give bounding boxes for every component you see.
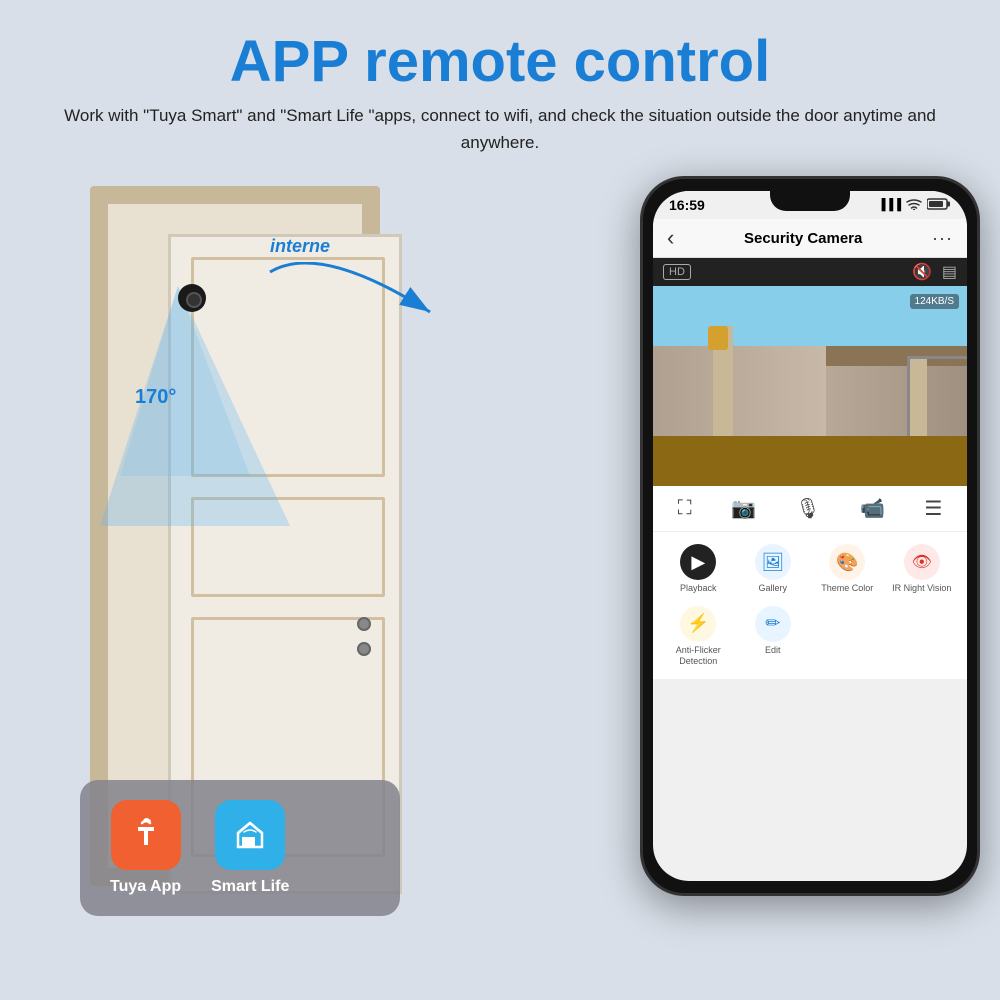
feature-edit[interactable]: ✏ Edit bbox=[738, 602, 809, 671]
record-icon[interactable]: 📹 bbox=[860, 496, 885, 521]
gallery-label: Gallery bbox=[758, 583, 787, 594]
phone-screen: 16:59 ▐▐▐ bbox=[653, 191, 967, 881]
speed-label: 124KB/S bbox=[910, 294, 959, 309]
night-vision-label: IR Night Vision bbox=[892, 583, 951, 594]
feature-grid: ▶ Playback 🖼 Gallery 🎨 Theme Color 👁 IR … bbox=[653, 532, 967, 678]
feature-anti-flicker[interactable]: ⚡ Anti-Flicker Detection bbox=[663, 602, 734, 671]
app-nav-bar: ‹ Security Camera ··· bbox=[653, 219, 967, 258]
porch-floor bbox=[653, 436, 967, 486]
smartlife-app-icon bbox=[215, 800, 285, 870]
theme-label: Theme Color bbox=[821, 583, 873, 594]
status-time: 16:59 bbox=[669, 197, 705, 213]
snapshot-icon[interactable]: 📷 bbox=[731, 496, 756, 521]
hd-badge: HD bbox=[663, 264, 691, 280]
main-area: 170° interne bbox=[0, 166, 1000, 946]
porch-wall-left bbox=[653, 346, 826, 436]
fov-angle-label: 170° bbox=[135, 386, 176, 409]
tuya-app-item: Tuya App bbox=[110, 800, 181, 896]
phone-mockup: 16:59 ▐▐▐ bbox=[640, 176, 980, 896]
page-subtitle: Work with "Tuya Smart" and "Smart Life "… bbox=[60, 102, 940, 156]
wifi-status-icon bbox=[906, 198, 922, 213]
theme-icon: 🎨 bbox=[829, 544, 865, 580]
tuya-app-label: Tuya App bbox=[110, 878, 181, 896]
status-icons: ▐▐▐ bbox=[878, 198, 951, 213]
signal-icon: ▐▐▐ bbox=[878, 199, 901, 211]
battery-icon bbox=[927, 198, 951, 213]
feature-playback[interactable]: ▶ Playback bbox=[663, 540, 734, 598]
edit-icon: ✏ bbox=[755, 606, 791, 642]
playback-label: Playback bbox=[680, 583, 717, 594]
camera-device bbox=[178, 284, 206, 312]
header-section: APP remote control Work with "Tuya Smart… bbox=[0, 0, 1000, 166]
edit-label: Edit bbox=[765, 645, 781, 656]
layout-icon: ▤ bbox=[942, 262, 957, 282]
mute-icon: 🔇 bbox=[912, 262, 932, 282]
internet-arrow-area: interne bbox=[260, 236, 460, 347]
app-icons-panel: Tuya App Smart Life bbox=[80, 780, 400, 916]
internet-label: interne bbox=[270, 236, 460, 257]
camera-feed: 124KB/S bbox=[653, 286, 967, 486]
anti-flicker-icon: ⚡ bbox=[680, 606, 716, 642]
back-button[interactable]: ‹ bbox=[667, 225, 674, 251]
menu-icon[interactable]: ☰ bbox=[924, 496, 942, 521]
camera-controls-bar: ⛶ 📷 🎙 📹 ☰ bbox=[653, 486, 967, 532]
night-vision-icon: 👁 bbox=[904, 544, 940, 580]
camera-toolbar: HD 🔇 ▤ bbox=[653, 258, 967, 286]
feature-gallery[interactable]: 🖼 Gallery bbox=[738, 540, 809, 598]
page-title: APP remote control bbox=[60, 30, 940, 94]
app-title: Security Camera bbox=[744, 230, 862, 247]
arrow-icon bbox=[260, 262, 460, 342]
smartlife-app-label: Smart Life bbox=[211, 878, 289, 896]
porch-rail bbox=[907, 356, 967, 436]
mic-icon[interactable]: 🎙 bbox=[795, 496, 820, 521]
phone-notch bbox=[770, 191, 850, 211]
feature-theme[interactable]: 🎨 Theme Color bbox=[812, 540, 883, 598]
feature-night-vision[interactable]: 👁 IR Night Vision bbox=[887, 540, 958, 598]
gallery-icon: 🖼 bbox=[755, 544, 791, 580]
smartlife-app-item: Smart Life bbox=[211, 800, 289, 896]
expand-icon[interactable]: ⛶ bbox=[678, 497, 692, 520]
anti-flicker-label: Anti-Flicker Detection bbox=[665, 645, 732, 667]
more-button[interactable]: ··· bbox=[932, 228, 953, 249]
porch-lamp bbox=[708, 326, 728, 350]
tuya-app-icon bbox=[111, 800, 181, 870]
playback-icon: ▶ bbox=[680, 544, 716, 580]
